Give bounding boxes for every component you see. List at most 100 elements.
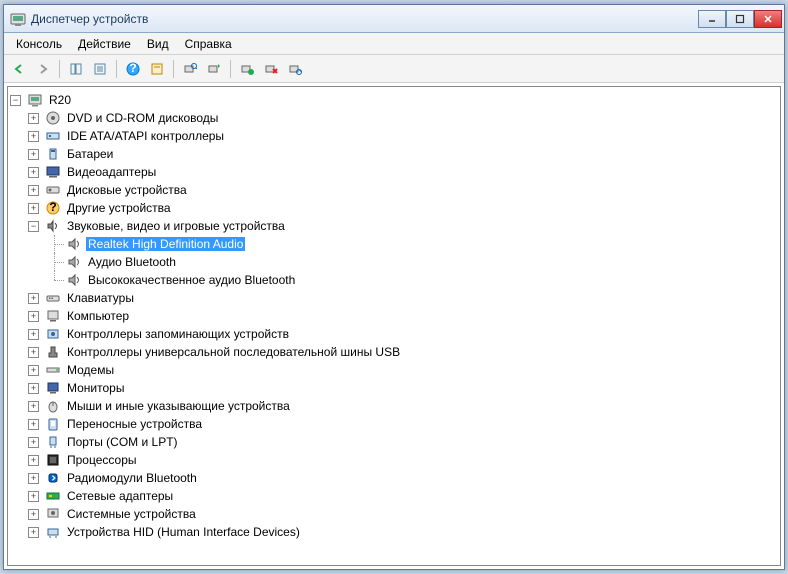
speaker-icon [66, 254, 82, 270]
expand-icon[interactable]: + [28, 419, 39, 430]
tree-item-label: Системные устройства [65, 507, 198, 521]
tree-category-node[interactable]: −Звуковые, видео и игровые устройства [10, 217, 778, 235]
tree-device-node[interactable]: Realtek High Definition Audio [10, 235, 778, 253]
tree-category-node[interactable]: + IDE ATA/ATAPI контроллеры [10, 127, 778, 145]
show-hide-tree-button[interactable] [65, 58, 87, 80]
menubar: Консоль Действие Вид Справка [4, 33, 784, 55]
tree-category-node[interactable]: +? Другие устройства [10, 199, 778, 217]
tree-root-node[interactable]: − R20 [10, 91, 778, 109]
tree-item-label: Процессоры [65, 453, 139, 467]
expand-icon[interactable]: + [28, 329, 39, 340]
tree-item-label: Дисковые устройства [65, 183, 189, 197]
tree-category-node[interactable]: + Переносные устройства [10, 415, 778, 433]
help-button[interactable]: ? [122, 58, 144, 80]
expand-icon[interactable]: + [28, 311, 39, 322]
maximize-button[interactable] [726, 10, 754, 28]
tree-root-label: R20 [47, 93, 73, 107]
category-icon [45, 110, 61, 126]
back-button[interactable] [8, 58, 30, 80]
category-icon [45, 128, 61, 144]
expand-icon[interactable]: + [28, 455, 39, 466]
menu-action[interactable]: Действие [70, 35, 139, 53]
category-icon [45, 308, 61, 324]
tree-category-node[interactable]: + Радиомодули Bluetooth [10, 469, 778, 487]
close-button[interactable] [754, 10, 782, 28]
tree-category-node[interactable]: +Контроллеры универсальной последователь… [10, 343, 778, 361]
expand-icon[interactable]: + [28, 167, 39, 178]
tree-item-label: Компьютер [65, 309, 131, 323]
expand-icon[interactable]: + [28, 347, 39, 358]
action-button[interactable] [146, 58, 168, 80]
category-icon [45, 452, 61, 468]
expand-icon[interactable]: + [28, 437, 39, 448]
tree-category-node[interactable]: + Устройства HID (Human Interface Devices… [10, 523, 778, 541]
expand-icon[interactable]: + [28, 185, 39, 196]
tree-item-label: Мониторы [65, 381, 126, 395]
tree-item-label: DVD и CD-ROM дисководы [65, 111, 220, 125]
tree-category-node[interactable]: + Дисковые устройства [10, 181, 778, 199]
tree-item-label: IDE ATA/ATAPI контроллеры [65, 129, 226, 143]
separator [173, 60, 174, 78]
expand-icon[interactable]: + [28, 203, 39, 214]
tree-category-node[interactable]: + Процессоры [10, 451, 778, 469]
category-icon [45, 218, 61, 234]
enable-button[interactable] [284, 58, 306, 80]
menu-console[interactable]: Консоль [8, 35, 70, 53]
expand-icon[interactable]: + [28, 383, 39, 394]
svg-text:?: ? [129, 62, 136, 75]
menu-view[interactable]: Вид [139, 35, 177, 53]
device-tree[interactable]: − R20 + DVD и CD-ROM дисководы + IDE ATA/ATAP… [7, 86, 781, 566]
expand-icon[interactable]: + [28, 131, 39, 142]
tree-item-label: Сетевые адаптеры [65, 489, 175, 503]
expand-icon[interactable]: + [28, 491, 39, 502]
expand-icon[interactable]: + [28, 293, 39, 304]
category-icon [45, 398, 61, 414]
disable-button[interactable] [260, 58, 282, 80]
tree-category-node[interactable]: +Мыши и иные указывающие устройства [10, 397, 778, 415]
titlebar[interactable]: Диспетчер устройств [4, 5, 784, 33]
tree-category-node[interactable]: + DVD и CD-ROM дисководы [10, 109, 778, 127]
category-icon [45, 380, 61, 396]
tree-category-node[interactable]: + Сетевые адаптеры [10, 487, 778, 505]
tree-item-label: Модемы [65, 363, 116, 377]
uninstall-button[interactable] [236, 58, 258, 80]
update-driver-button[interactable] [203, 58, 225, 80]
category-icon [45, 290, 61, 306]
category-icon [45, 524, 61, 540]
tree-device-node[interactable]: Высококачественное аудио Bluetooth [10, 271, 778, 289]
expand-icon[interactable]: + [28, 509, 39, 520]
scan-hardware-button[interactable] [179, 58, 201, 80]
tree-category-node[interactable]: + Системные устройства [10, 505, 778, 523]
collapse-icon[interactable]: − [28, 221, 39, 232]
category-icon [45, 416, 61, 432]
svg-text:?: ? [49, 200, 56, 214]
tree-item-label: Радиомодули Bluetooth [65, 471, 199, 485]
expand-icon[interactable]: + [28, 527, 39, 538]
menu-help[interactable]: Справка [177, 35, 240, 53]
expand-icon[interactable]: + [28, 401, 39, 412]
tree-category-node[interactable]: +Порты (COM и LPT) [10, 433, 778, 451]
tree-item-label: Устройства HID (Human Interface Devices) [65, 525, 302, 539]
category-icon [45, 434, 61, 450]
tree-category-node[interactable]: +Видеоадаптеры [10, 163, 778, 181]
tree-category-node[interactable]: + Мониторы [10, 379, 778, 397]
tree-category-node[interactable]: + Модемы [10, 361, 778, 379]
tree-device-node[interactable]: Аудио Bluetooth [10, 253, 778, 271]
tree-category-node[interactable]: +Клавиатуры [10, 289, 778, 307]
computer-icon [27, 92, 43, 108]
minimize-button[interactable] [698, 10, 726, 28]
expand-icon[interactable]: + [28, 149, 39, 160]
separator [116, 60, 117, 78]
tree-item-label: Другие устройства [65, 201, 173, 215]
tree-item-label: Переносные устройства [65, 417, 204, 431]
tree-category-node[interactable]: +Контроллеры запоминающих устройств [10, 325, 778, 343]
expand-icon[interactable]: + [28, 473, 39, 484]
expand-icon[interactable]: + [28, 365, 39, 376]
properties-button[interactable] [89, 58, 111, 80]
collapse-icon[interactable]: − [10, 95, 21, 106]
expand-icon[interactable]: + [28, 113, 39, 124]
forward-button[interactable] [32, 58, 54, 80]
category-icon [45, 506, 61, 522]
tree-category-node[interactable]: + Компьютер [10, 307, 778, 325]
tree-category-node[interactable]: +Батареи [10, 145, 778, 163]
